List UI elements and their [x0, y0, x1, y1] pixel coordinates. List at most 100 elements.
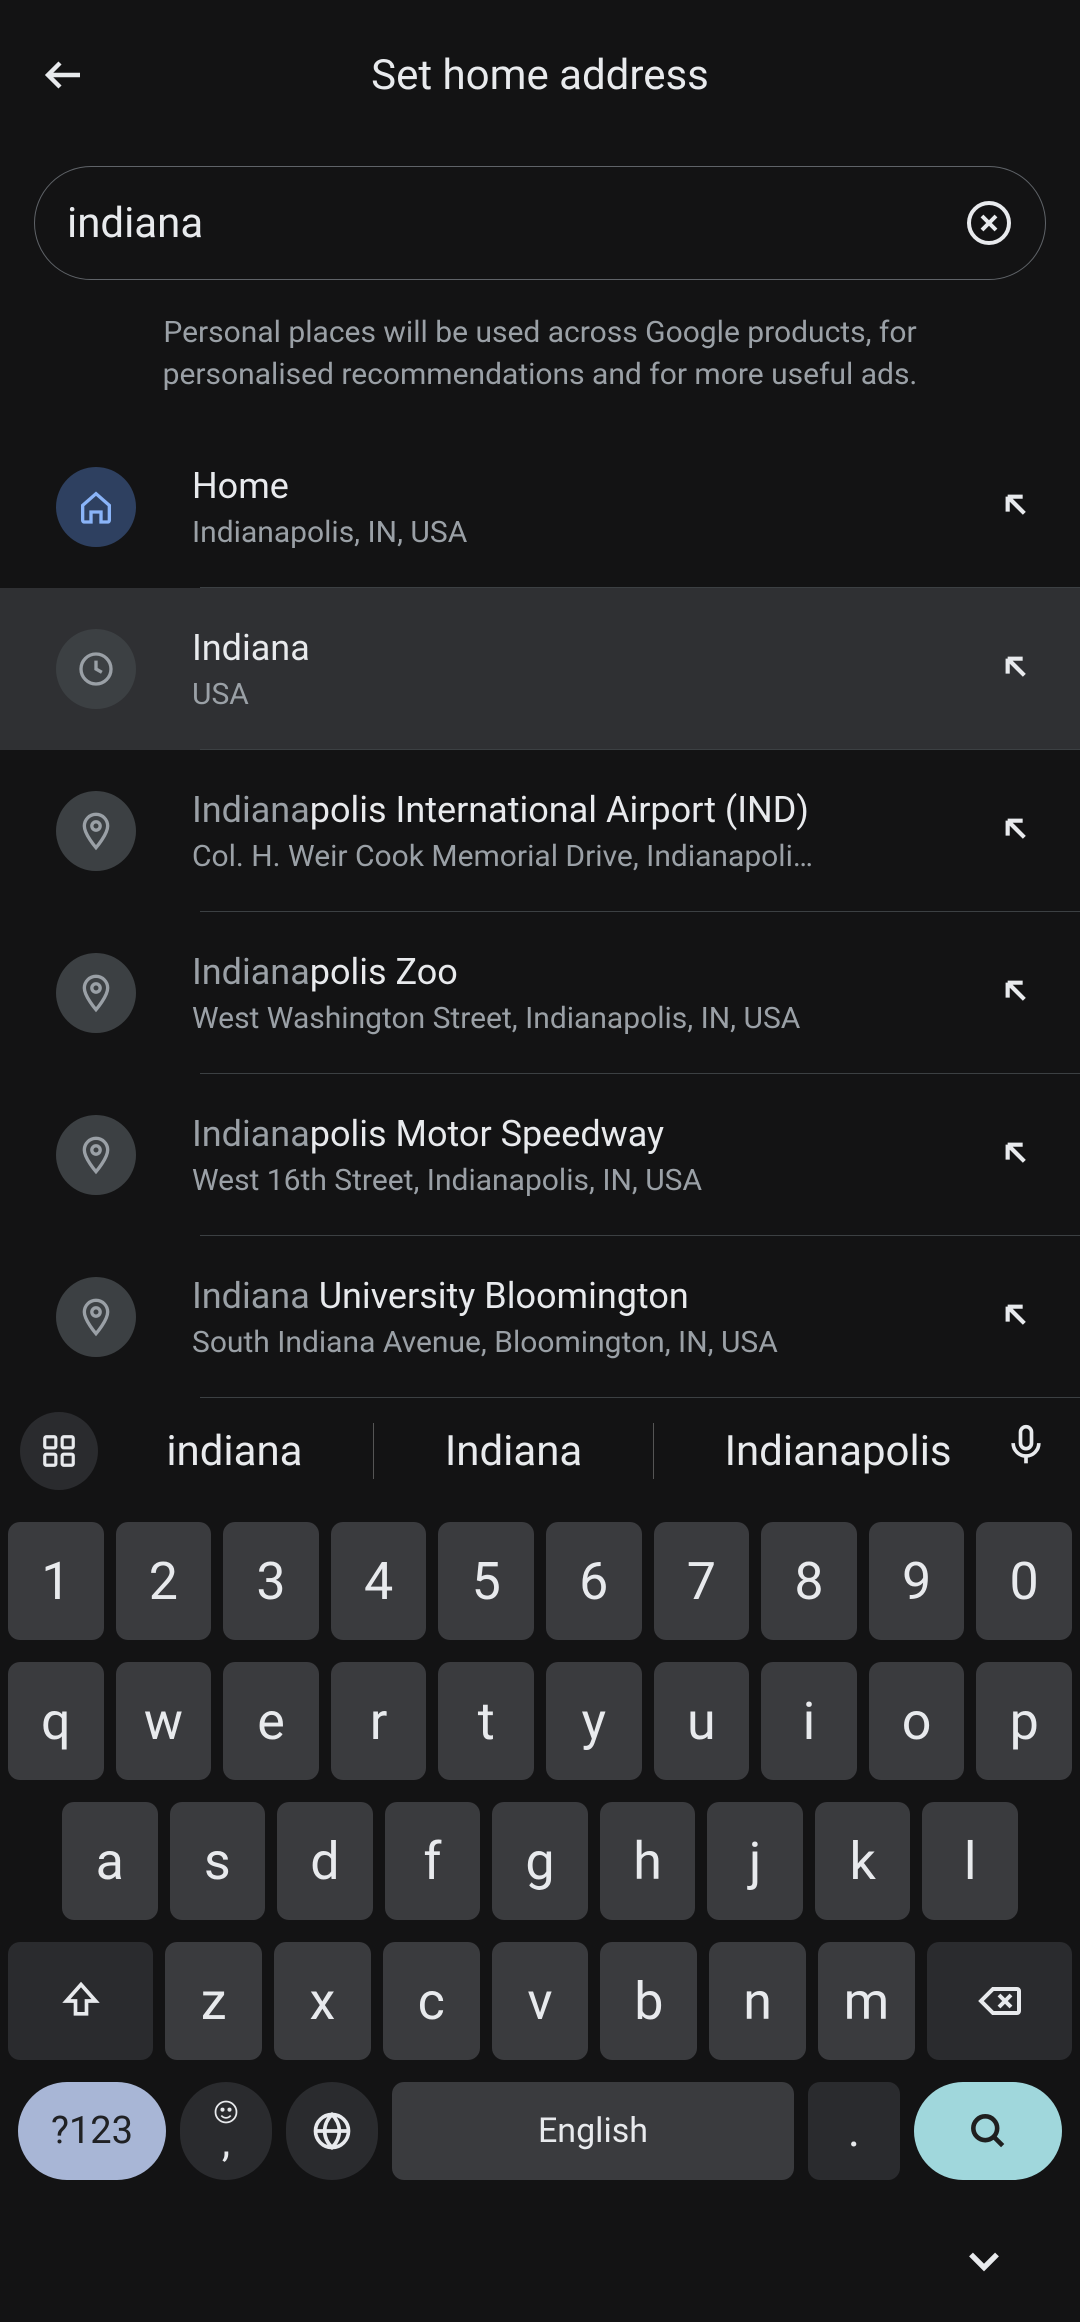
- key-u[interactable]: u: [654, 1662, 750, 1780]
- place-icon: [56, 1115, 136, 1195]
- key-7[interactable]: 7: [654, 1522, 750, 1640]
- insert-query-button[interactable]: [996, 809, 1040, 853]
- result-text: Indiana USA: [192, 627, 976, 712]
- key-3[interactable]: 3: [223, 1522, 319, 1640]
- result-text: Indianapolis Zoo West Washington Street,…: [192, 951, 976, 1036]
- key-6[interactable]: 6: [546, 1522, 642, 1640]
- key-2[interactable]: 2: [116, 1522, 212, 1640]
- result-title: Indianapolis Motor Speedway: [192, 1113, 976, 1155]
- key-r[interactable]: r: [331, 1662, 427, 1780]
- key-8[interactable]: 8: [761, 1522, 857, 1640]
- result-row[interactable]: Indianapolis Motor Speedway West 16th St…: [0, 1074, 1080, 1236]
- comma-key[interactable]: ,: [180, 2082, 272, 2180]
- insert-query-button[interactable]: [996, 971, 1040, 1015]
- voice-input-button[interactable]: [1004, 1423, 1060, 1479]
- key-y[interactable]: y: [546, 1662, 642, 1780]
- header: Set home address: [0, 0, 1080, 150]
- result-text: Indianapolis International Airport (IND)…: [192, 789, 976, 874]
- result-row[interactable]: Indianapolis Zoo West Washington Street,…: [0, 912, 1080, 1074]
- result-title: Indianapolis International Airport (IND): [192, 789, 976, 831]
- insert-query-button[interactable]: [996, 1133, 1040, 1177]
- key-e[interactable]: e: [223, 1662, 319, 1780]
- insert-query-button[interactable]: [996, 485, 1040, 529]
- key-n[interactable]: n: [709, 1942, 806, 2060]
- result-subtitle: South Indiana Avenue, Bloomington, IN, U…: [192, 1325, 976, 1360]
- insert-query-button[interactable]: [996, 1295, 1040, 1339]
- key-d[interactable]: d: [277, 1802, 373, 1920]
- key-f[interactable]: f: [385, 1802, 481, 1920]
- search-pill: [34, 166, 1046, 280]
- insert-query-button[interactable]: [996, 647, 1040, 691]
- key-t[interactable]: t: [438, 1662, 534, 1780]
- search-input[interactable]: [67, 199, 965, 248]
- search-action-key[interactable]: [914, 2082, 1062, 2180]
- result-subtitle: West Washington Street, Indianapolis, IN…: [192, 1001, 976, 1036]
- key-9[interactable]: 9: [869, 1522, 965, 1640]
- history-icon: [56, 629, 136, 709]
- language-key[interactable]: [286, 2082, 378, 2180]
- key-m[interactable]: m: [818, 1942, 915, 2060]
- result-text: Home Indianapolis, IN, USA: [192, 465, 976, 550]
- key-5[interactable]: 5: [438, 1522, 534, 1640]
- result-row[interactable]: Home Indianapolis, IN, USA: [0, 426, 1080, 588]
- clear-input-button[interactable]: [965, 199, 1013, 247]
- collapse-keyboard-button[interactable]: [958, 2235, 1010, 2291]
- key-l[interactable]: l: [922, 1802, 1018, 1920]
- key-b[interactable]: b: [600, 1942, 697, 2060]
- result-row[interactable]: Indiana University Bloomington South Ind…: [0, 1236, 1080, 1398]
- period-key[interactable]: .: [808, 2082, 900, 2180]
- keyboard-suggestion[interactable]: Indiana: [431, 1427, 596, 1476]
- result-title: Indianapolis Zoo: [192, 951, 976, 993]
- key-g[interactable]: g: [492, 1802, 588, 1920]
- place-icon: [56, 1277, 136, 1357]
- result-subtitle: USA: [192, 677, 976, 712]
- nav-bar: [0, 2200, 1080, 2322]
- backspace-key[interactable]: [927, 1942, 1072, 2060]
- key-k[interactable]: k: [815, 1802, 911, 1920]
- place-icon: [56, 953, 136, 1033]
- key-z[interactable]: z: [165, 1942, 262, 2060]
- keyboard-suggestion[interactable]: indiana: [152, 1427, 316, 1476]
- results-list: Home Indianapolis, IN, USA Indiana USA I…: [0, 426, 1080, 1398]
- keyboard-menu-button[interactable]: [20, 1412, 98, 1490]
- key-a[interactable]: a: [62, 1802, 158, 1920]
- search-icon: [966, 2109, 1010, 2153]
- keyboard: 1234567890 qwertyuiop asdfghjkl zxcvbnm …: [0, 1504, 1080, 2200]
- result-subtitle: West 16th Street, Indianapolis, IN, USA: [192, 1163, 976, 1198]
- key-o[interactable]: o: [869, 1662, 965, 1780]
- key-1[interactable]: 1: [8, 1522, 104, 1640]
- back-button[interactable]: [40, 51, 88, 99]
- key-j[interactable]: j: [707, 1802, 803, 1920]
- result-row[interactable]: Indiana USA: [0, 588, 1080, 750]
- place-icon: [56, 791, 136, 871]
- result-text: Indianapolis Motor Speedway West 16th St…: [192, 1113, 976, 1198]
- key-p[interactable]: p: [976, 1662, 1072, 1780]
- result-title: Home: [192, 465, 976, 507]
- page-title: Set home address: [88, 51, 1040, 100]
- home-icon: [56, 467, 136, 547]
- keyboard-suggestion-bar: indiana Indiana Indianapolis: [0, 1398, 1080, 1504]
- search-container: [0, 166, 1080, 280]
- key-h[interactable]: h: [600, 1802, 696, 1920]
- key-x[interactable]: x: [274, 1942, 371, 2060]
- key-4[interactable]: 4: [331, 1522, 427, 1640]
- info-text: Personal places will be used across Goog…: [0, 280, 1080, 414]
- result-row[interactable]: Indianapolis International Airport (IND)…: [0, 750, 1080, 912]
- chevron-down-icon: [958, 2235, 1010, 2287]
- key-s[interactable]: s: [170, 1802, 266, 1920]
- result-title: Indiana University Bloomington: [192, 1275, 976, 1317]
- key-q[interactable]: q: [8, 1662, 104, 1780]
- key-w[interactable]: w: [116, 1662, 212, 1780]
- key-v[interactable]: v: [492, 1942, 589, 2060]
- space-key[interactable]: English: [392, 2082, 794, 2180]
- shift-key[interactable]: [8, 1942, 153, 2060]
- keyboard-suggestion[interactable]: Indianapolis: [711, 1427, 966, 1476]
- result-text: Indiana University Bloomington South Ind…: [192, 1275, 976, 1360]
- key-c[interactable]: c: [383, 1942, 480, 2060]
- result-title: Indiana: [192, 627, 976, 669]
- key-0[interactable]: 0: [976, 1522, 1072, 1640]
- result-subtitle: Col. H. Weir Cook Memorial Drive, Indian…: [192, 839, 976, 874]
- result-subtitle: Indianapolis, IN, USA: [192, 515, 976, 550]
- symbols-key[interactable]: ?123: [18, 2082, 166, 2180]
- key-i[interactable]: i: [761, 1662, 857, 1780]
